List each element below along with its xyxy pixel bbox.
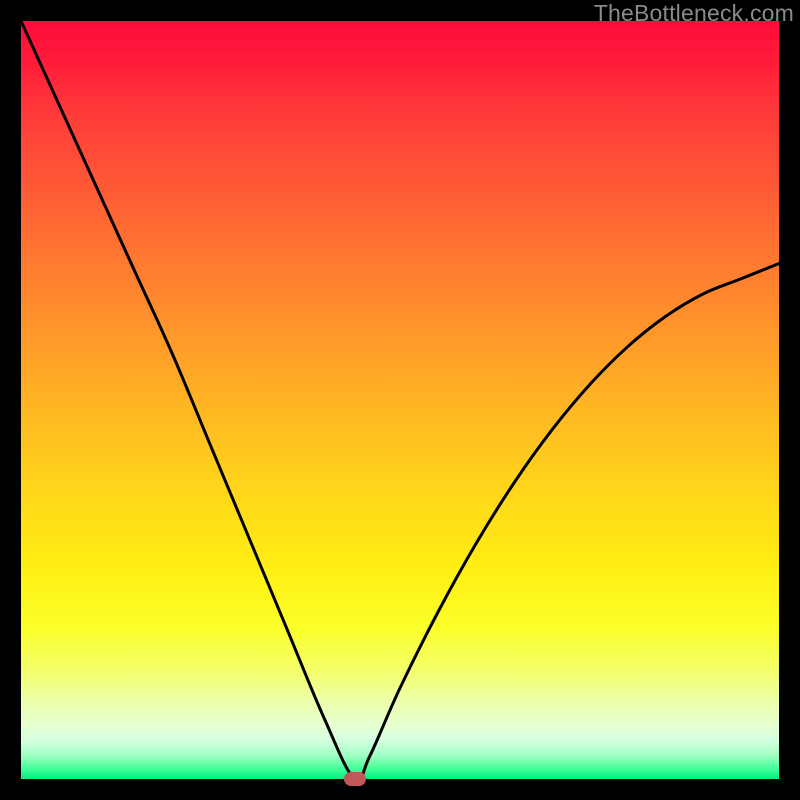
bottleneck-curve-path <box>21 21 779 779</box>
plot-area <box>21 21 779 779</box>
min-point-marker <box>344 772 366 786</box>
curve-svg <box>21 21 779 779</box>
chart-frame: TheBottleneck.com <box>0 0 800 800</box>
